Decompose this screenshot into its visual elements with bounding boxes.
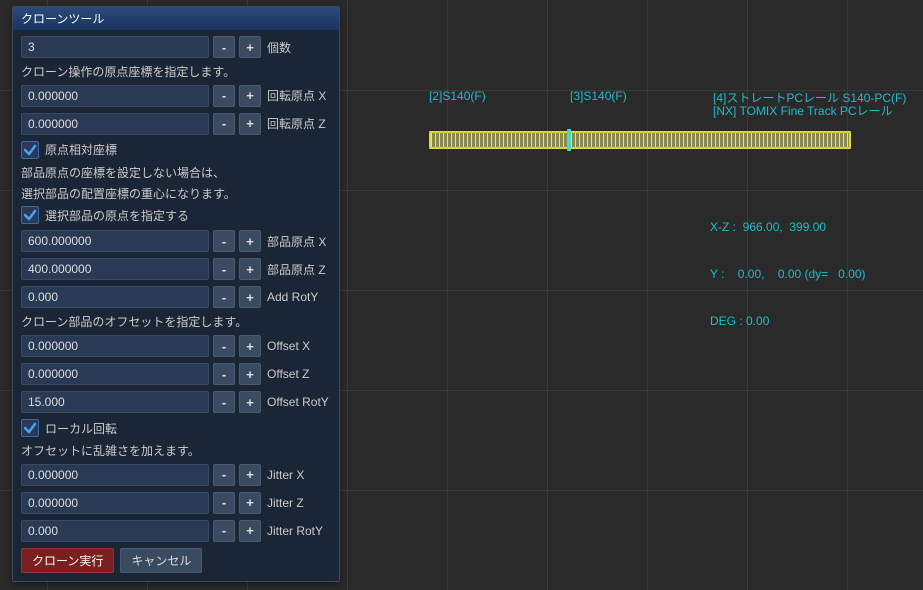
part-origin-checkbox[interactable] (21, 206, 39, 224)
offset-x-plus[interactable]: + (239, 335, 261, 357)
part-origin-x-plus[interactable]: + (239, 230, 261, 252)
jitter-x-minus[interactable]: - (213, 464, 235, 486)
offset-z-input[interactable]: 0.000000 (21, 363, 209, 385)
execute-clone-button[interactable]: クローン実行 (21, 548, 114, 573)
offset-roty-input[interactable]: 15.000 (21, 391, 209, 413)
rot-origin-z-plus[interactable]: + (239, 113, 261, 135)
rail-object[interactable] (429, 131, 851, 149)
jitter-roty-label: Jitter RotY (267, 524, 323, 538)
jitter-z-plus[interactable]: + (239, 492, 261, 514)
part-origin-desc2: 選択部品の配置座標の重心になります。 (21, 186, 331, 203)
local-rotation-label: ローカル回転 (45, 420, 117, 437)
rail-selection-handle[interactable] (567, 129, 571, 151)
part-origin-x-minus[interactable]: - (213, 230, 235, 252)
relative-origin-checkbox[interactable] (21, 141, 39, 159)
part-origin-z-minus[interactable]: - (213, 258, 235, 280)
rot-origin-x-label: 回転原点 X (267, 87, 326, 104)
part-origin-z-plus[interactable]: + (239, 258, 261, 280)
offset-roty-minus[interactable]: - (213, 391, 235, 413)
add-roty-input[interactable]: 0.000 (21, 286, 209, 308)
viewport-item-label-4b: [NX] TOMIX Fine Track PCレール (713, 102, 893, 119)
viewport-item-label-3: [3]S140(F) (570, 89, 627, 103)
part-origin-z-input[interactable]: 400.000000 (21, 258, 209, 280)
jitter-x-plus[interactable]: + (239, 464, 261, 486)
rot-origin-z-minus[interactable]: - (213, 113, 235, 135)
offset-roty-label: Offset RotY (267, 395, 329, 409)
clone-tool-panel: クローンツール 3 - + 個数 クローン操作の原点座標を指定します。 0.00… (12, 6, 340, 582)
jitter-x-label: Jitter X (267, 468, 304, 482)
part-origin-x-input[interactable]: 600.000000 (21, 230, 209, 252)
rot-origin-x-minus[interactable]: - (213, 85, 235, 107)
jitter-z-label: Jitter Z (267, 496, 304, 510)
add-roty-plus[interactable]: + (239, 286, 261, 308)
count-input[interactable]: 3 (21, 36, 209, 58)
relative-origin-label: 原点相対座標 (45, 141, 117, 158)
offset-x-minus[interactable]: - (213, 335, 235, 357)
origin-desc: クローン操作の原点座標を指定します。 (21, 64, 331, 81)
jitter-roty-input[interactable]: 0.000 (21, 520, 209, 542)
offset-x-label: Offset X (267, 339, 310, 353)
jitter-roty-minus[interactable]: - (213, 520, 235, 542)
offset-x-input[interactable]: 0.000000 (21, 335, 209, 357)
add-roty-label: Add RotY (267, 290, 318, 304)
local-rotation-checkbox[interactable] (21, 419, 39, 437)
part-origin-check-label: 選択部品の原点を指定する (45, 207, 189, 224)
part-origin-x-label: 部品原点 X (267, 233, 326, 250)
rot-origin-z-label: 回転原点 Z (267, 115, 326, 132)
jitter-roty-plus[interactable]: + (239, 520, 261, 542)
add-roty-minus[interactable]: - (213, 286, 235, 308)
offset-roty-plus[interactable]: + (239, 391, 261, 413)
jitter-desc: オフセットに乱雑さを加えます。 (21, 443, 331, 460)
part-origin-z-label: 部品原点 Z (267, 261, 326, 278)
offset-z-plus[interactable]: + (239, 363, 261, 385)
count-label: 個数 (267, 39, 291, 56)
viewport-status: X-Z : 966.00, 399.00 Y : 0.00, 0.00 (dy=… (710, 189, 866, 345)
jitter-z-minus[interactable]: - (213, 492, 235, 514)
rot-origin-z-input[interactable]: 0.000000 (21, 113, 209, 135)
count-minus[interactable]: - (213, 36, 235, 58)
offset-z-minus[interactable]: - (213, 363, 235, 385)
offset-z-label: Offset Z (267, 367, 309, 381)
rot-origin-x-plus[interactable]: + (239, 85, 261, 107)
panel-title[interactable]: クローンツール (13, 7, 339, 30)
rot-origin-x-input[interactable]: 0.000000 (21, 85, 209, 107)
offset-desc: クローン部品のオフセットを指定します。 (21, 314, 331, 331)
jitter-z-input[interactable]: 0.000000 (21, 492, 209, 514)
part-origin-desc1: 部品原点の座標を設定しない場合は、 (21, 165, 331, 182)
jitter-x-input[interactable]: 0.000000 (21, 464, 209, 486)
cancel-button[interactable]: キャンセル (120, 548, 202, 573)
viewport-item-label-2: [2]S140(F) (429, 89, 486, 103)
count-plus[interactable]: + (239, 36, 261, 58)
